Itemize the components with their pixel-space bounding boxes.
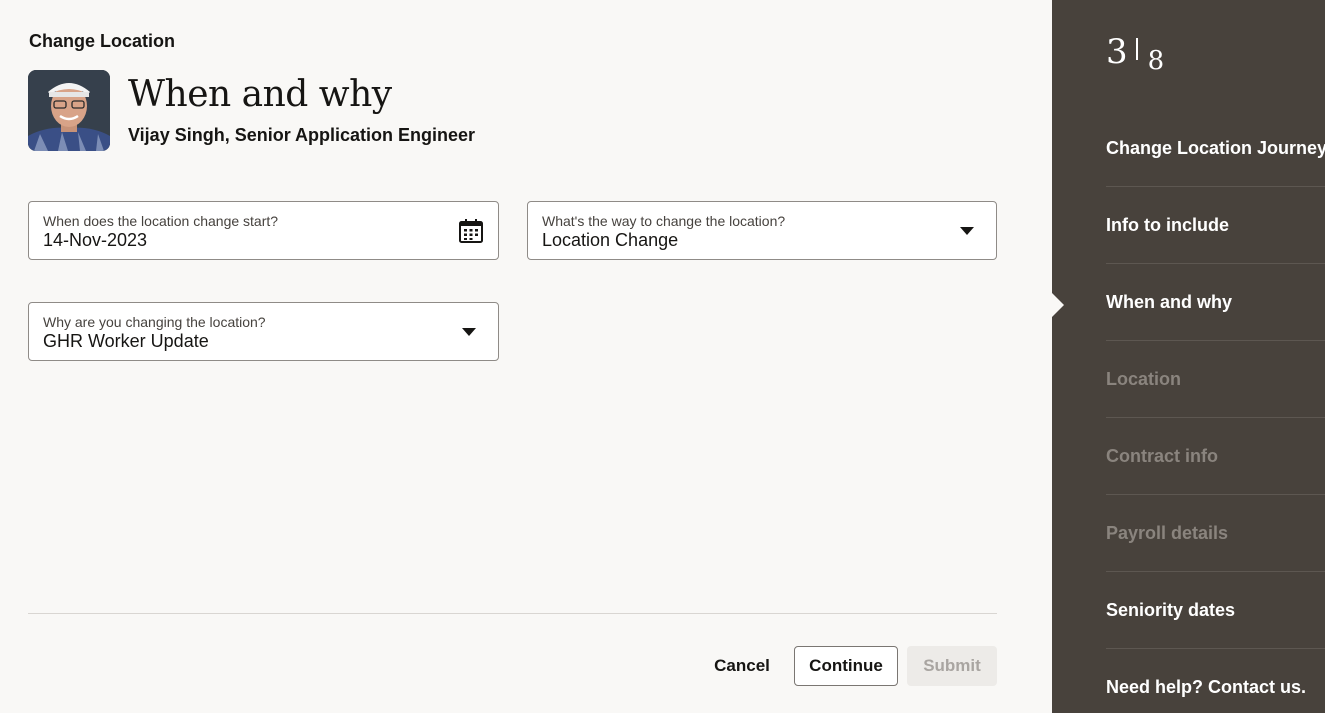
chevron-down-icon[interactable] xyxy=(462,328,476,336)
progress-sidebar: 3 8 Change Location Journey Info to incl… xyxy=(1052,0,1325,713)
step-counter: 3 8 xyxy=(1106,32,1164,74)
change-way-value[interactable]: Location Change xyxy=(542,230,678,251)
current-step-marker xyxy=(1052,293,1064,317)
calendar-icon[interactable] xyxy=(458,218,484,244)
submit-button[interactable]: Submit xyxy=(907,646,997,686)
change-way-select[interactable]: What's the way to change the location? L… xyxy=(527,201,997,260)
main-panel: Change Location When and why Vijay Singh… xyxy=(0,0,1052,713)
nav-item-contract-info: Contract info xyxy=(1106,418,1325,495)
step-list: Change Location Journey Info to include … xyxy=(1106,110,1325,713)
avatar xyxy=(28,70,110,151)
change-reason-label: Why are you changing the location? xyxy=(43,314,266,330)
start-date-value[interactable]: 14-Nov-2023 xyxy=(43,230,147,251)
footer-divider xyxy=(28,613,997,614)
page-kicker: Change Location xyxy=(29,31,176,51)
page-title: When and why xyxy=(128,74,392,115)
person-photo-icon xyxy=(28,70,110,151)
cancel-button[interactable]: Cancel xyxy=(708,646,776,686)
help-contact-link[interactable]: Need help? Contact us. xyxy=(1106,649,1325,713)
start-date-field[interactable]: When does the location change start? 14-… xyxy=(28,201,499,260)
nav-item-when-and-why[interactable]: When and why xyxy=(1106,264,1325,341)
nav-item-change-location-journey[interactable]: Change Location Journey xyxy=(1106,110,1325,187)
change-reason-value[interactable]: GHR Worker Update xyxy=(43,331,209,352)
worker-name: Vijay Singh, Senior Application Engineer xyxy=(128,125,476,145)
nav-item-location: Location xyxy=(1106,341,1325,418)
nav-item-seniority-dates[interactable]: Seniority dates xyxy=(1106,572,1325,649)
step-separator xyxy=(1135,38,1138,60)
chevron-down-icon[interactable] xyxy=(960,227,974,235)
continue-button[interactable]: Continue xyxy=(794,646,898,686)
change-reason-select[interactable]: Why are you changing the location? GHR W… xyxy=(28,302,499,361)
step-total: 8 xyxy=(1147,46,1165,76)
step-current: 3 xyxy=(1106,32,1128,72)
nav-item-payroll-details: Payroll details xyxy=(1106,495,1325,572)
start-date-label: When does the location change start? xyxy=(43,213,279,229)
change-way-label: What's the way to change the location? xyxy=(542,213,786,229)
nav-item-info-to-include[interactable]: Info to include xyxy=(1106,187,1325,264)
